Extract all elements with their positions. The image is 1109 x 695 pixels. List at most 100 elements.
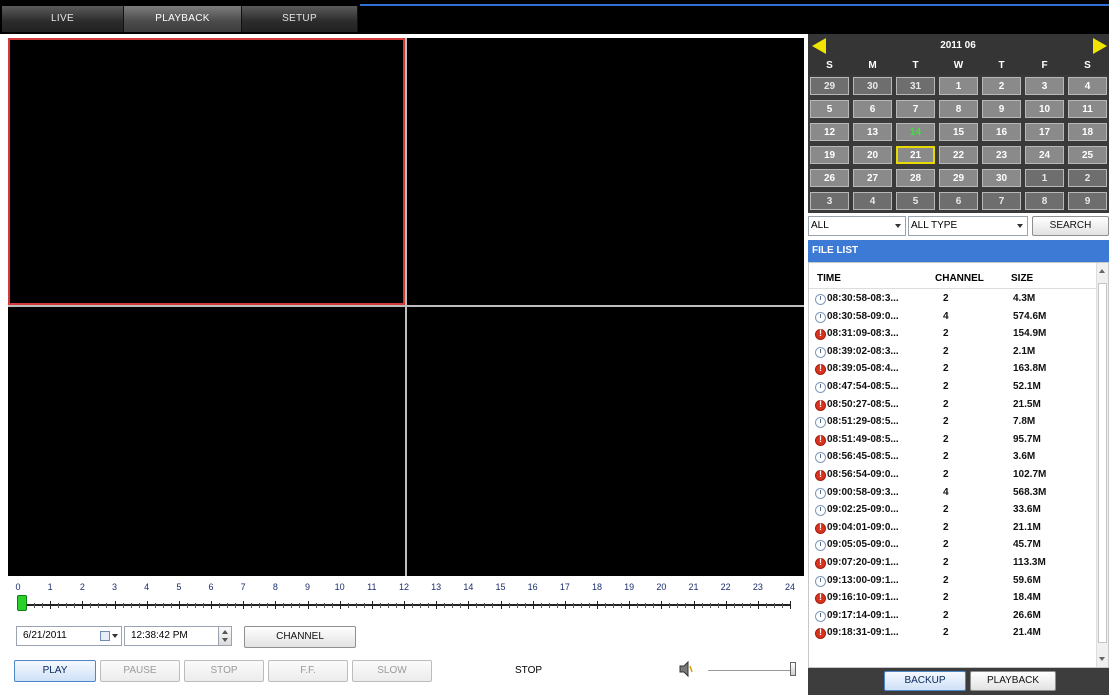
search-button[interactable]: SEARCH — [1032, 216, 1109, 236]
calendar-day[interactable]: 31 — [896, 77, 935, 95]
file-list-row[interactable]: 08:31:09-08:3... 2 154.9M — [809, 326, 1097, 344]
file-list-row[interactable]: 09:05:05-09:0... 2 45.7M — [809, 537, 1097, 555]
volume-slider-knob[interactable] — [790, 662, 796, 676]
timeline-handle[interactable] — [17, 595, 27, 611]
time-field[interactable]: 12:38:42 PM — [124, 626, 218, 646]
column-time[interactable]: TIME — [817, 273, 841, 284]
backup-button[interactable]: BACKUP — [884, 671, 966, 691]
stop-button[interactable]: STOP — [184, 660, 264, 682]
calendar-day[interactable]: 5 — [810, 100, 849, 118]
calendar-day[interactable]: 2 — [982, 77, 1021, 95]
calendar-day[interactable]: 30 — [853, 77, 892, 95]
calendar-day[interactable]: 22 — [939, 146, 978, 164]
calendar-day[interactable]: 23 — [982, 146, 1021, 164]
prev-month-icon[interactable] — [812, 38, 826, 54]
calendar-day[interactable]: 6 — [939, 192, 978, 210]
calendar-day[interactable]: 21 — [896, 146, 935, 164]
calendar-day[interactable]: 11 — [1068, 100, 1107, 118]
volume-slider-track[interactable] — [708, 670, 794, 672]
file-list-row[interactable]: 09:00:58-09:3... 4 568.3M — [809, 485, 1097, 503]
file-list-row[interactable]: 08:30:58-08:3... 2 4.3M — [809, 291, 1097, 309]
slow-button[interactable]: SLOW — [352, 660, 432, 682]
calendar-day[interactable]: 16 — [982, 123, 1021, 141]
calendar-day[interactable]: 2 — [1068, 169, 1107, 187]
fast-forward-button[interactable]: F.F. — [268, 660, 348, 682]
calendar-day[interactable]: 13 — [853, 123, 892, 141]
file-list-row[interactable]: 08:47:54-08:5... 2 52.1M — [809, 379, 1097, 397]
pause-button[interactable]: PAUSE — [100, 660, 180, 682]
spin-up-icon[interactable] — [222, 630, 228, 634]
calendar-day[interactable]: 4 — [853, 192, 892, 210]
calendar-day[interactable]: 9 — [1068, 192, 1107, 210]
file-list-row[interactable]: 09:17:14-09:1... 2 26.6M — [809, 608, 1097, 626]
date-field[interactable]: 6/21/2011 — [16, 626, 96, 646]
calendar-day[interactable]: 15 — [939, 123, 978, 141]
calendar-day[interactable]: 28 — [896, 169, 935, 187]
calendar-day[interactable]: 3 — [810, 192, 849, 210]
channel-button[interactable]: CHANNEL — [244, 626, 356, 648]
scroll-down-icon[interactable] — [1099, 657, 1105, 661]
column-size[interactable]: SIZE — [1011, 273, 1033, 284]
calendar-day[interactable]: 5 — [896, 192, 935, 210]
calendar-day[interactable]: 8 — [1025, 192, 1064, 210]
calendar-day[interactable]: 14 — [896, 123, 935, 141]
calendar-day[interactable]: 29 — [810, 77, 849, 95]
file-list-row[interactable]: 09:07:20-09:1... 2 113.3M — [809, 555, 1097, 573]
file-list-row[interactable]: 08:30:58-09:0... 4 574.6M — [809, 309, 1097, 327]
calendar-day[interactable]: 27 — [853, 169, 892, 187]
scrollbar-thumb[interactable] — [1098, 283, 1107, 643]
file-list-row[interactable]: 08:50:27-08:5... 2 21.5M — [809, 397, 1097, 415]
calendar-day[interactable]: 3 — [1025, 77, 1064, 95]
calendar-day[interactable]: 4 — [1068, 77, 1107, 95]
calendar-day[interactable]: 1 — [939, 77, 978, 95]
calendar-day[interactable]: 26 — [810, 169, 849, 187]
calendar-day[interactable]: 9 — [982, 100, 1021, 118]
timeline[interactable]: 0 1 2 3 4 5 6 7 8 9 10 11 12 13 14 15 16 17 18 19 20 21 22 23 24 — [14, 582, 795, 616]
file-list-row[interactable]: 08:39:02-08:3... 2 2.1M — [809, 344, 1097, 362]
tab-playback[interactable]: PLAYBACK — [124, 6, 242, 32]
column-channel[interactable]: CHANNEL — [935, 273, 984, 284]
calendar-day[interactable]: 7 — [896, 100, 935, 118]
scroll-up-icon[interactable] — [1099, 269, 1105, 273]
spin-down-icon[interactable] — [222, 638, 228, 642]
calendar-day[interactable]: 17 — [1025, 123, 1064, 141]
calendar-day[interactable]: 29 — [939, 169, 978, 187]
calendar-day[interactable]: 12 — [810, 123, 849, 141]
tab-setup[interactable]: SETUP — [242, 6, 358, 32]
file-list-row[interactable]: 08:56:45-08:5... 2 3.6M — [809, 449, 1097, 467]
time-spinner[interactable] — [218, 626, 232, 646]
video-channel-4[interactable] — [407, 307, 804, 576]
video-channel-3[interactable] — [8, 307, 405, 576]
file-list-row[interactable]: 09:04:01-09:0... 2 21.1M — [809, 520, 1097, 538]
file-list-row[interactable]: 09:16:10-09:1... 2 18.4M — [809, 590, 1097, 608]
file-list-row[interactable]: 09:18:31-09:1... 2 21.4M — [809, 625, 1097, 643]
calendar-day[interactable]: 20 — [853, 146, 892, 164]
speaker-icon[interactable] — [678, 660, 694, 678]
video-channel-2[interactable] — [407, 38, 804, 305]
calendar-day[interactable]: 24 — [1025, 146, 1064, 164]
file-list-row[interactable]: 08:39:05-08:4... 2 163.8M — [809, 361, 1097, 379]
tab-live[interactable]: LIVE — [2, 6, 124, 32]
file-list-row[interactable]: 08:51:29-08:5... 2 7.8M — [809, 414, 1097, 432]
file-list-row[interactable]: 08:51:49-08:5... 2 95.7M — [809, 432, 1097, 450]
file-list-row[interactable]: 09:02:25-09:0... 2 33.6M — [809, 502, 1097, 520]
calendar-day[interactable]: 7 — [982, 192, 1021, 210]
calendar-day[interactable]: 30 — [982, 169, 1021, 187]
file-list-scrollbar[interactable] — [1096, 263, 1108, 667]
calendar-day[interactable]: 6 — [853, 100, 892, 118]
calendar-day[interactable]: 18 — [1068, 123, 1107, 141]
channel-select[interactable]: ALL — [808, 216, 906, 236]
date-picker-button[interactable] — [96, 626, 122, 646]
calendar-day[interactable]: 19 — [810, 146, 849, 164]
file-list-row[interactable]: 08:56:54-09:0... 2 102.7M — [809, 467, 1097, 485]
file-list-row[interactable]: 09:13:00-09:1... 2 59.6M — [809, 573, 1097, 591]
calendar-day[interactable]: 8 — [939, 100, 978, 118]
calendar-day[interactable]: 25 — [1068, 146, 1107, 164]
playback-button[interactable]: PLAYBACK — [970, 671, 1056, 691]
play-button[interactable]: PLAY — [14, 660, 96, 682]
calendar-day[interactable]: 10 — [1025, 100, 1064, 118]
calendar-day[interactable]: 1 — [1025, 169, 1064, 187]
video-channel-1[interactable] — [8, 38, 405, 305]
next-month-icon[interactable] — [1093, 38, 1107, 54]
type-select[interactable]: ALL TYPE — [908, 216, 1028, 236]
